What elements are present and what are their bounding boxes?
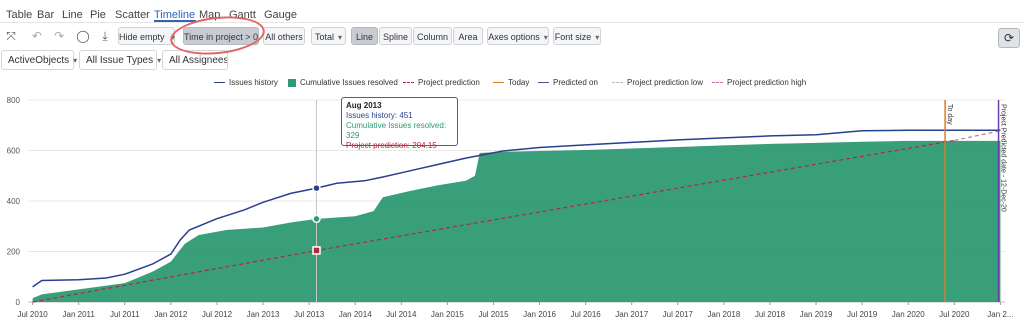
x-tick-label: Jul 2015 <box>478 310 509 319</box>
x-tick-label: Jul 2020 <box>939 310 970 319</box>
x-tick-label: Jan 2012 <box>154 310 187 319</box>
project-prediction-high-line <box>954 130 1001 141</box>
x-tick-label: Jan 2014 <box>339 310 372 319</box>
hover-marker-issues <box>312 183 321 193</box>
x-tick-label: Jul 2012 <box>202 310 233 319</box>
y-tick-label: 600 <box>7 147 21 156</box>
x-tick-label: Jul 2019 <box>847 310 878 319</box>
tooltip-cumulative: Cumulative Issues resolved: 329 <box>346 121 447 140</box>
x-tick-label: Jan 2017 <box>615 310 648 319</box>
x-tick-label: Jul 2017 <box>663 310 694 319</box>
y-tick-label: 800 <box>7 96 21 105</box>
tooltip-title: Aug 2013 <box>346 101 382 110</box>
y-tick-label: 200 <box>7 248 21 257</box>
cumulative-resolved-area <box>32 140 1001 302</box>
today-label: To day <box>946 104 953 125</box>
hover-marker-resolved <box>312 214 321 224</box>
x-tick-label: Jul 2018 <box>755 310 786 319</box>
x-tick-label: Jan 2016 <box>523 310 556 319</box>
x-tick-label: Jul 2013 <box>294 310 325 319</box>
chart-tooltip: Aug 2013 Issues history: 451 Cumulative … <box>341 97 458 150</box>
y-tick-label: 0 <box>16 298 21 307</box>
hover-marker-prediction <box>312 246 321 255</box>
x-tick-label: Jul 2014 <box>386 310 417 319</box>
y-tick-label: 400 <box>7 197 21 206</box>
tooltip-issues-history: Issues history: 451 <box>346 111 413 120</box>
x-tick-label: Jan 2013 <box>247 310 280 319</box>
x-tick-label: Jan 2011 <box>63 310 96 319</box>
x-tick-label: Jan 2019 <box>800 310 833 319</box>
x-tick-label: Jul 2011 <box>110 310 140 319</box>
x-tick-label: Jan 2... <box>987 310 1013 319</box>
x-tick-label: Jul 2016 <box>571 310 602 319</box>
timeline-chart: 0 200 400 600 800 Jul 2010 Jan 2011 Jul 2011 Jan… <box>7 96 1014 319</box>
x-tick-label: Jul 2010 <box>17 310 48 319</box>
x-tick-label: Jan 2020 <box>892 310 925 319</box>
x-tick-label: Jan 2015 <box>431 310 464 319</box>
predicted-on-label: Project Predicted date - 12-Dec-20 <box>1000 104 1007 212</box>
x-tick-label: Jan 2018 <box>707 310 740 319</box>
tooltip-prediction: Project prediction: 204.15 <box>346 141 437 150</box>
